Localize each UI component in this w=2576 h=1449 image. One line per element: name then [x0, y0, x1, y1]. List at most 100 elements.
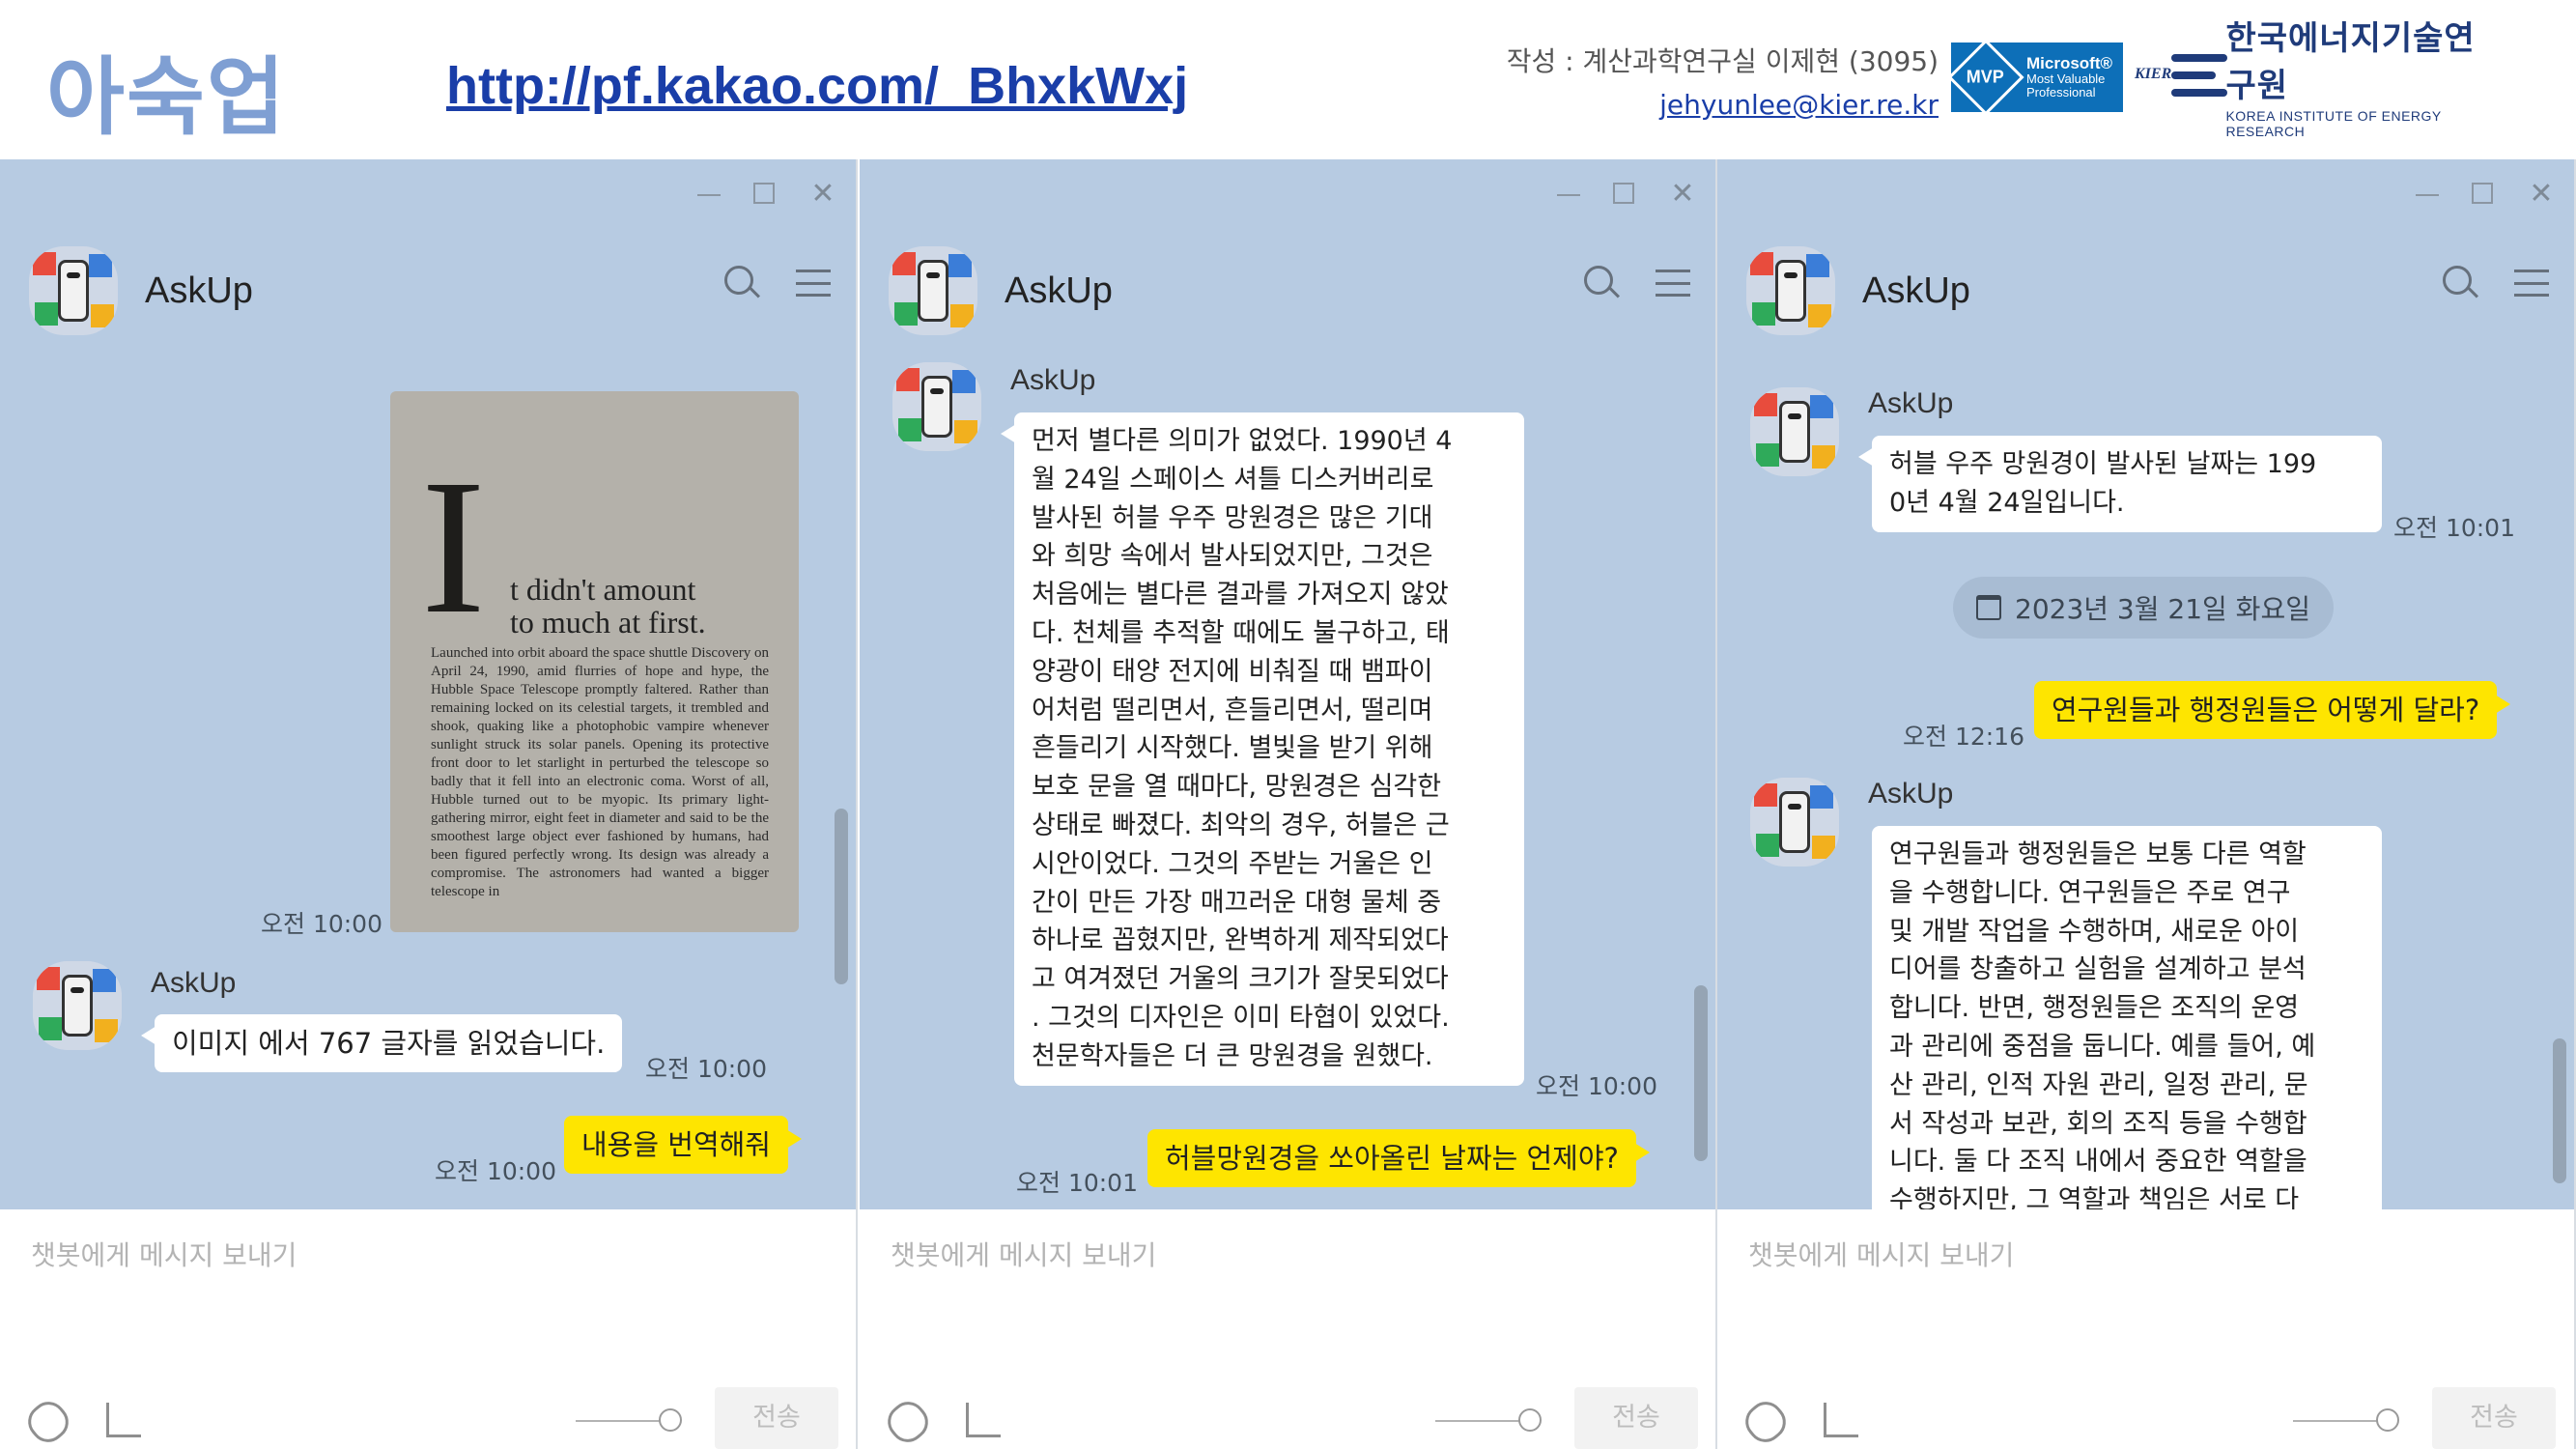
- message-composer: 챗봇에게 메시지 보내기 전송: [1717, 1209, 2574, 1449]
- chat-window-3: ✕ AskUp AskUp 허블 우주 망원경이 발사된 날짜는 199 0년 4…: [1717, 159, 2576, 1449]
- scrollbar[interactable]: [835, 809, 848, 984]
- send-button[interactable]: 전송: [2432, 1387, 2556, 1449]
- message-line: 하나로 꼽혔지만, 완벽하게 제작되었다: [1032, 925, 1449, 956]
- user-message-time: 오전 10:01: [1016, 1169, 1138, 1197]
- slider-knob[interactable]: [659, 1408, 682, 1432]
- mvp-line1: Microsoft®: [2026, 54, 2113, 73]
- bot-avatar[interactable]: [1750, 778, 1839, 867]
- message-line: 월 24일 스페이스 셔틀 디스커버리로: [1032, 464, 1434, 495]
- bot-message: 먼저 별다른 의미가 없었다. 1990년 4 월 24일 스페이스 셔틀 디스커…: [1001, 412, 1524, 1086]
- photo-time: 오전 10:00: [261, 910, 382, 938]
- bot-message: 이미지 에서 767 글자를 읽었습니다.: [140, 1014, 623, 1072]
- search-icon[interactable]: [722, 264, 761, 302]
- attach-icon[interactable]: [1738, 1394, 1794, 1449]
- menu-icon[interactable]: [1656, 264, 1690, 302]
- message-input[interactable]: 챗봇에게 메시지 보내기: [31, 1235, 297, 1273]
- message-line: 먼저 별다른 의미가 없었다. 1990년 4: [1032, 426, 1453, 456]
- message-line: 니다. 둘 다 조직 내에서 중요한 역할을: [1889, 1147, 2307, 1178]
- sent-photo[interactable]: I t didn't amount to much at first. Laun…: [390, 391, 799, 932]
- send-button[interactable]: 전송: [715, 1387, 838, 1449]
- message-composer: 챗봇에게 메시지 보내기 전송: [0, 1209, 856, 1449]
- author-email-link[interactable]: jehyunlee@kier.re.kr: [1507, 89, 1939, 121]
- crop-icon[interactable]: [1824, 1403, 1858, 1437]
- close-button[interactable]: ✕: [809, 177, 836, 211]
- message-line: 허블 우주 망원경이 발사된 날짜는 199: [1889, 449, 2317, 479]
- kakao-channel-link[interactable]: http://pf.kakao.com/_BhxkWxj: [446, 56, 1188, 116]
- message-input[interactable]: 챗봇에게 메시지 보내기: [1748, 1235, 2014, 1273]
- photo-drop-cap: I: [421, 440, 486, 654]
- minimize-button[interactable]: [2416, 177, 2443, 211]
- bot-message: 허블 우주 망원경이 발사된 날짜는 199 0년 4월 24일입니다.: [1858, 436, 2382, 532]
- user-message: 내용을 번역해줘: [564, 1116, 802, 1174]
- bot-message-time: 오전 10:00: [1536, 1072, 1657, 1100]
- message-line: 보호 문을 열 때마다, 망원경은 심각한: [1032, 772, 1442, 803]
- kier-name-en: KOREA INSTITUTE OF ENERGY RESEARCH: [2225, 108, 2442, 139]
- crop-icon[interactable]: [966, 1403, 1001, 1437]
- photo-lead-text: t didn't amount to much at first.: [510, 572, 706, 639]
- slide-title: 아숙업: [46, 47, 287, 147]
- message-line: 서 작성과 보관, 회의 조직 등을 수행합: [1889, 1108, 2307, 1139]
- author-block: 작성 : 계산과학연구실 이제현 (3095) jehyunlee@kier.r…: [1507, 41, 1939, 121]
- bot-name-label: AskUp: [1010, 364, 1096, 396]
- kier-mark-icon: KIER: [2135, 46, 2227, 104]
- slider-knob[interactable]: [1518, 1408, 1542, 1432]
- slider-track: [2293, 1420, 2390, 1422]
- chatbot-avatar[interactable]: [889, 246, 977, 335]
- attach-icon[interactable]: [880, 1394, 936, 1449]
- maximize-button[interactable]: [753, 177, 780, 211]
- message-line: 시안이었다. 그것의 주받는 거울은 인: [1032, 848, 1433, 879]
- kier-name-ko: 한국에너지기술연구원: [2225, 19, 2476, 105]
- message-line: 흔들리기 시작했다. 별빛을 받기 위해: [1032, 733, 1433, 764]
- scrollbar[interactable]: [1694, 985, 1708, 1161]
- message-line: 와 희망 속에서 발사되었지만, 그것은: [1032, 541, 1433, 572]
- message-line: 을 수행합니다. 연구원들은 주로 연구: [1889, 877, 2291, 908]
- slider-track: [576, 1420, 672, 1422]
- bot-avatar[interactable]: [892, 362, 981, 451]
- crop-icon[interactable]: [106, 1403, 141, 1437]
- bot-message-time: 오전 10:01: [2393, 514, 2515, 542]
- scrollbar[interactable]: [2553, 1038, 2566, 1183]
- maximize-button[interactable]: [2472, 177, 2499, 211]
- chat-window-2: ✕ AskUp AskUp 먼저 별다른 의미가 없었다. 1990년 4 월 2…: [860, 159, 1717, 1449]
- user-message: 허블망원경을 쏘아올린 날짜는 언제야?: [1147, 1129, 1650, 1187]
- close-button[interactable]: ✕: [2528, 177, 2555, 211]
- mvp-badge-logo: MVP Microsoft® Most Valuable Professiona…: [1947, 39, 2123, 116]
- user-message-time: 오전 10:00: [435, 1157, 556, 1185]
- menu-icon[interactable]: [796, 264, 831, 302]
- message-line: 간이 만든 가장 매끄러운 대형 물체 중: [1032, 887, 1442, 918]
- message-line: 산 관리, 인적 자원 관리, 일정 관리, 문: [1889, 1069, 2308, 1100]
- mvp-line2: Most Valuable: [2026, 71, 2106, 87]
- attach-icon[interactable]: [20, 1394, 76, 1449]
- kier-logo: KIER 한국에너지기술연구원 KOREA INSTITUTE OF ENERG…: [2135, 19, 2502, 139]
- chat-window-1: ✕ AskUp I t didn't amount to much at fir…: [0, 159, 858, 1449]
- close-button[interactable]: ✕: [1669, 177, 1696, 211]
- user-message-time: 오전 12:16: [1903, 723, 2024, 751]
- bot-message: 연구원들과 행정원들은 보통 다른 역할을 수행합니다. 연구원들은 주로 연구…: [1872, 826, 2382, 1232]
- menu-icon[interactable]: [2514, 264, 2549, 302]
- minimize-button[interactable]: [697, 177, 724, 211]
- message-line: 디어를 창출하고 실험을 설계하고 분석: [1889, 954, 2307, 985]
- message-line: 연구원들과 행정원들은 보통 다른 역할: [1889, 839, 2307, 869]
- slider-track: [1435, 1420, 1532, 1422]
- message-line: 천문학자들은 더 큰 망원경을 원했다.: [1032, 1040, 1433, 1071]
- bot-avatar[interactable]: [33, 961, 122, 1050]
- date-divider: 2023년 3월 21일 화요일: [1953, 577, 2334, 639]
- message-line: 고 여겨졌던 거울의 크기가 잘못되었다: [1032, 964, 1449, 995]
- message-line: 및 개발 작업을 수행하며, 새로운 아이: [1889, 916, 2300, 947]
- minimize-button[interactable]: [1557, 177, 1584, 211]
- message-composer: 챗봇에게 메시지 보내기 전송: [860, 1209, 1715, 1449]
- slider-knob[interactable]: [2376, 1408, 2399, 1432]
- chatbot-avatar[interactable]: [29, 246, 118, 335]
- message-line: 발사된 허블 우주 망원경은 많은 기대: [1032, 502, 1433, 533]
- search-icon[interactable]: [1582, 264, 1621, 302]
- chat-title: AskUp: [145, 270, 253, 311]
- maximize-button[interactable]: [1613, 177, 1640, 211]
- message-input[interactable]: 챗봇에게 메시지 보내기: [891, 1235, 1156, 1273]
- bot-avatar[interactable]: [1750, 387, 1839, 476]
- chatbot-avatar[interactable]: [1746, 246, 1835, 335]
- send-button[interactable]: 전송: [1574, 1387, 1698, 1449]
- bot-name-label: AskUp: [1868, 387, 1954, 419]
- search-icon[interactable]: [2441, 264, 2479, 302]
- mvp-diamond-icon: MVP: [1947, 39, 2024, 116]
- message-line: 과 관리에 중점을 둡니다. 예를 들어, 예: [1889, 1031, 2316, 1062]
